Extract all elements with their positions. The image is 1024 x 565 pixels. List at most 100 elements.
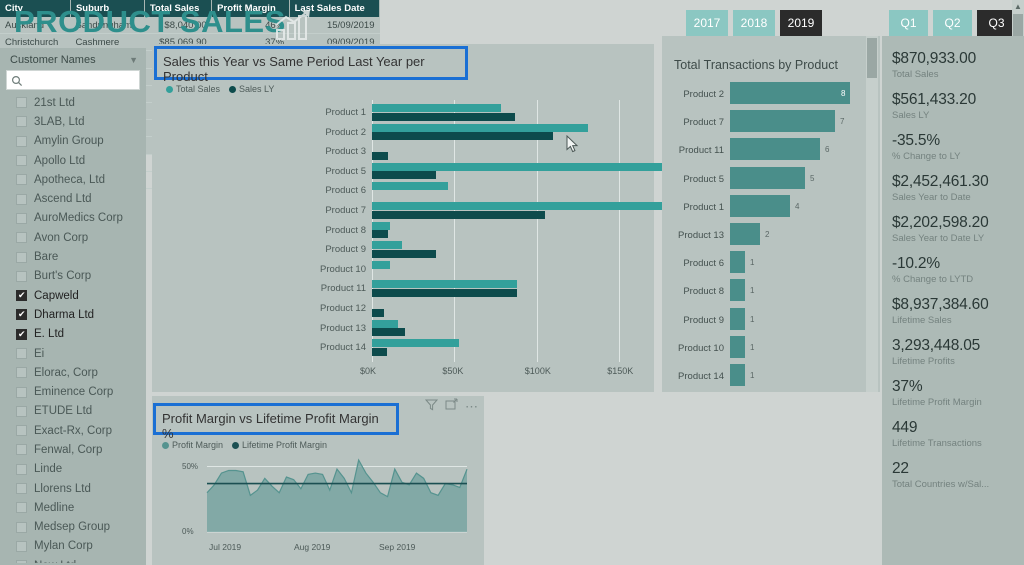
bar-transactions[interactable] bbox=[730, 223, 760, 245]
bar-total-sales[interactable] bbox=[372, 221, 391, 230]
bar-sales-ly[interactable] bbox=[372, 210, 546, 219]
sales-chart-legend[interactable]: Total Sales Sales LY bbox=[166, 84, 274, 94]
list-item[interactable]: Exact-Rx, Corp bbox=[6, 421, 140, 440]
checkbox-icon[interactable] bbox=[16, 540, 27, 552]
list-item[interactable]: E. Ltd bbox=[6, 325, 140, 344]
quarter-chip-q3[interactable]: Q3 bbox=[977, 10, 1016, 36]
chevron-down-icon[interactable]: ▼ bbox=[129, 55, 138, 65]
list-item[interactable]: Apollo Ltd bbox=[6, 151, 140, 170]
bar-transactions[interactable] bbox=[730, 194, 790, 217]
bar-total-sales[interactable] bbox=[372, 104, 501, 112]
year-slicer[interactable]: 2017 2018 2019 bbox=[686, 10, 822, 36]
list-item[interactable]: Amylin Group bbox=[6, 132, 140, 151]
list-item[interactable]: Bare bbox=[6, 247, 140, 266]
bar-transactions[interactable] bbox=[730, 335, 745, 358]
checkbox-icon[interactable] bbox=[16, 328, 27, 341]
checkbox-icon[interactable] bbox=[16, 193, 27, 205]
visual-header-icons[interactable]: ⋯ bbox=[424, 398, 478, 416]
list-item[interactable]: 3LAB, Ltd bbox=[6, 112, 140, 131]
list-item[interactable]: Linde bbox=[6, 460, 140, 479]
list-item[interactable]: AuroMedics Corp bbox=[6, 209, 140, 228]
list-item[interactable]: New Ltd bbox=[6, 556, 140, 563]
bar-total-sales[interactable] bbox=[372, 241, 402, 250]
bar-total-sales[interactable] bbox=[372, 182, 448, 191]
search-input[interactable] bbox=[6, 70, 140, 90]
checkbox-icon[interactable] bbox=[16, 425, 27, 437]
list-item[interactable]: Medsep Group bbox=[6, 518, 140, 537]
checkbox-icon[interactable] bbox=[16, 463, 27, 475]
bar-transactions[interactable] bbox=[730, 138, 820, 161]
checkbox-icon[interactable] bbox=[16, 116, 27, 128]
checkbox-icon[interactable] bbox=[16, 212, 27, 224]
bar-sales-ly[interactable] bbox=[372, 132, 554, 141]
checkbox-icon[interactable] bbox=[16, 308, 27, 321]
table-scrollbar-thumb[interactable] bbox=[1013, 14, 1023, 36]
transactions-scrollbar[interactable] bbox=[866, 36, 878, 392]
profit-margin-legend[interactable]: Profit Margin Lifetime Profit Margin bbox=[162, 440, 327, 450]
bar-sales-ly[interactable] bbox=[372, 112, 516, 121]
bar-sales-ly[interactable] bbox=[372, 171, 437, 180]
checkbox-icon[interactable] bbox=[16, 155, 27, 167]
list-item[interactable]: ETUDE Ltd bbox=[6, 402, 140, 421]
list-item[interactable]: Burt's Corp bbox=[6, 267, 140, 286]
quarter-slicer[interactable]: Q1Q2Q3Q4 bbox=[889, 10, 1024, 36]
chart-title-box[interactable]: Sales this Year vs Same Period Last Year… bbox=[154, 46, 468, 84]
legend-item[interactable]: Sales LY bbox=[229, 84, 274, 94]
list-item[interactable]: Capweld bbox=[6, 286, 140, 305]
bar-total-sales[interactable] bbox=[372, 280, 518, 289]
bar-transactions[interactable] bbox=[730, 166, 805, 189]
list-item[interactable]: Mylan Corp bbox=[6, 537, 140, 556]
list-item[interactable]: Apotheca, Ltd bbox=[6, 170, 140, 189]
list-item[interactable]: Llorens Ltd bbox=[6, 479, 140, 498]
list-item[interactable]: Ascend Ltd bbox=[6, 189, 140, 208]
year-chip-2019[interactable]: 2019 bbox=[780, 10, 822, 36]
bar-sales-ly[interactable] bbox=[372, 328, 405, 337]
list-item[interactable]: Eminence Corp bbox=[6, 382, 140, 401]
more-options-icon[interactable]: ⋯ bbox=[465, 400, 478, 413]
list-item[interactable]: Ei bbox=[6, 344, 140, 363]
checkbox-icon[interactable] bbox=[16, 405, 27, 417]
customer-list[interactable]: 21st Ltd 3LAB, Ltd Amylin Group Apollo Ltd A… bbox=[6, 93, 140, 563]
bar-sales-ly[interactable] bbox=[372, 289, 518, 297]
checkbox-icon[interactable] bbox=[16, 521, 27, 533]
bar-sales-ly[interactable] bbox=[372, 230, 389, 239]
checkbox-icon[interactable] bbox=[16, 251, 27, 263]
checkbox-icon[interactable] bbox=[16, 386, 27, 398]
customer-names-slicer[interactable]: Customer Names ▼ 21st Ltd 3LAB, Ltd Amylin… bbox=[0, 48, 146, 565]
scrollbar-thumb[interactable] bbox=[867, 38, 877, 78]
bar-total-sales[interactable] bbox=[372, 260, 391, 269]
year-chip-2017[interactable]: 2017 bbox=[686, 10, 728, 36]
list-item[interactable]: 21st Ltd bbox=[6, 93, 140, 112]
bar-total-sales[interactable] bbox=[372, 339, 460, 348]
checkbox-icon[interactable] bbox=[16, 348, 27, 359]
checkbox-icon[interactable] bbox=[16, 97, 27, 109]
bar-sales-ly[interactable] bbox=[372, 347, 387, 356]
profit-margin-title-box[interactable]: Profit Margin vs Lifetime Profit Margin … bbox=[153, 403, 399, 441]
legend-item[interactable]: Total Sales bbox=[166, 84, 220, 94]
focus-mode-icon[interactable] bbox=[445, 398, 458, 416]
quarter-chip-q1[interactable]: Q1 bbox=[889, 10, 928, 36]
checkbox-icon[interactable] bbox=[16, 135, 27, 147]
checkbox-icon[interactable] bbox=[16, 502, 27, 514]
bar-transactions[interactable] bbox=[730, 364, 745, 386]
checkbox-icon[interactable] bbox=[16, 232, 27, 244]
checkbox-icon[interactable] bbox=[16, 270, 27, 282]
scroll-up-icon[interactable]: ▲ bbox=[1014, 2, 1022, 11]
bar-transactions[interactable] bbox=[730, 82, 850, 104]
year-chip-2018[interactable]: 2018 bbox=[733, 10, 775, 36]
bar-transactions[interactable] bbox=[730, 307, 745, 330]
checkbox-icon[interactable] bbox=[16, 444, 27, 456]
quarter-chip-q2[interactable]: Q2 bbox=[933, 10, 972, 36]
bar-sales-ly[interactable] bbox=[372, 308, 384, 317]
list-item[interactable]: Dharma Ltd bbox=[6, 305, 140, 324]
bar-sales-ly[interactable] bbox=[372, 151, 389, 160]
legend-item[interactable]: Profit Margin bbox=[162, 440, 223, 450]
bar-transactions[interactable] bbox=[730, 251, 745, 274]
checkbox-icon[interactable] bbox=[16, 560, 27, 563]
bar-sales-ly[interactable] bbox=[372, 249, 437, 258]
checkbox-icon[interactable] bbox=[16, 174, 27, 186]
checkbox-icon[interactable] bbox=[16, 367, 27, 379]
bar-total-sales[interactable] bbox=[372, 319, 399, 328]
bar-total-sales[interactable] bbox=[372, 123, 588, 132]
list-item[interactable]: Fenwal, Corp bbox=[6, 440, 140, 459]
